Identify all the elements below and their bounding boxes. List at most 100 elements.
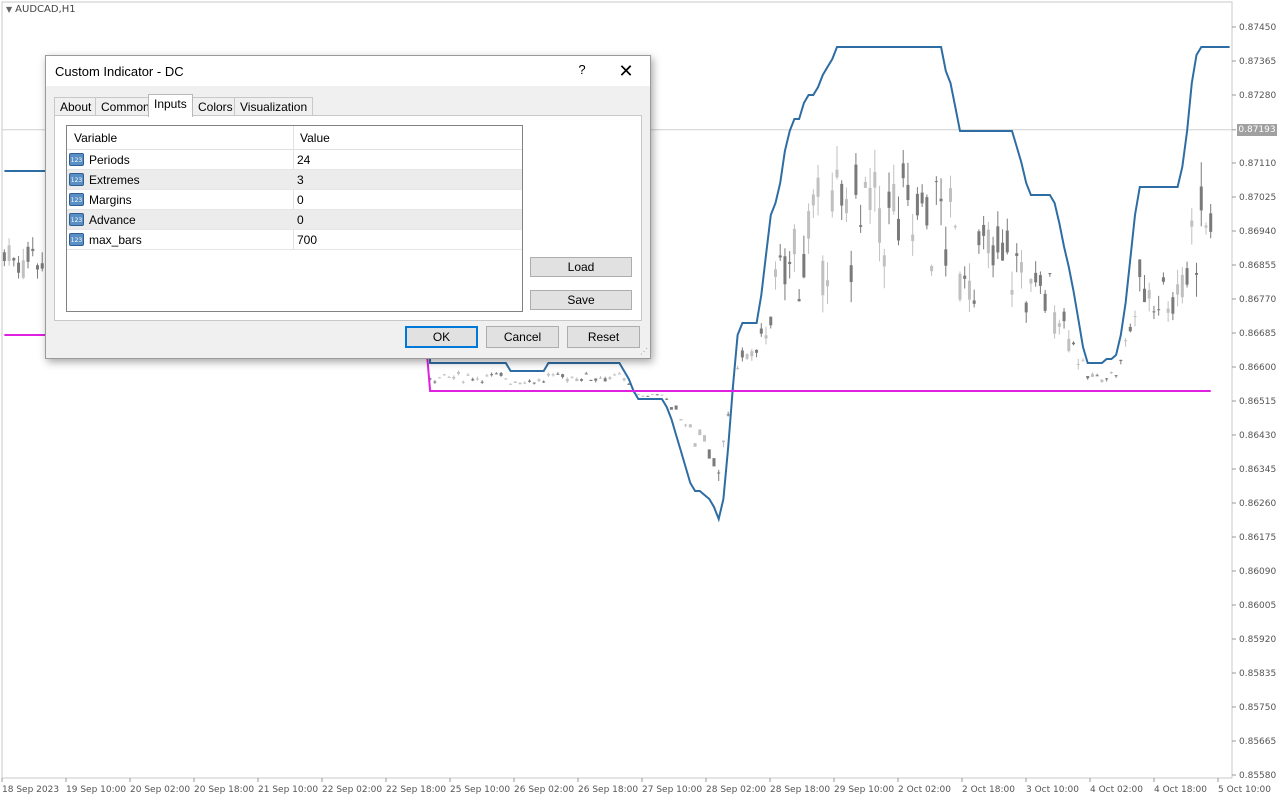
candle-body	[1072, 342, 1076, 345]
candle-body	[646, 395, 650, 397]
candle-body	[537, 379, 541, 381]
resize-grip-icon[interactable]: ⋰	[640, 348, 648, 356]
candle-body	[1086, 376, 1090, 379]
close-button[interactable]: ✕	[609, 56, 643, 86]
candle-body	[1067, 338, 1071, 352]
candle-body	[570, 376, 574, 378]
y-tick-label: 0.85665	[1239, 737, 1276, 747]
candle-body	[636, 394, 640, 396]
candle-body	[958, 273, 962, 300]
tab-visualization[interactable]: Visualization	[234, 97, 314, 116]
candle-body	[1048, 273, 1052, 275]
candle-body	[471, 379, 475, 381]
candle-body	[565, 378, 569, 382]
column-header-variable[interactable]: Variable	[74, 131, 117, 145]
candle-body	[494, 373, 498, 375]
candle-body	[1161, 277, 1165, 282]
tab-colors[interactable]: Colors	[192, 97, 239, 116]
x-tick-label: 29 Sep 10:00	[834, 785, 894, 795]
param-value[interactable]: 24	[297, 153, 310, 167]
candle-body	[764, 335, 768, 339]
candle-body	[868, 187, 872, 210]
candle-body	[915, 193, 919, 216]
dialog-titlebar[interactable]: Custom Indicator - DC ? ✕	[46, 56, 650, 86]
candle-body	[485, 375, 489, 377]
x-tick-label: 20 Sep 18:00	[194, 785, 254, 795]
candle-body	[1185, 268, 1189, 285]
candle-body	[736, 367, 740, 370]
candle-body	[509, 383, 513, 385]
save-button[interactable]: Save	[530, 290, 632, 310]
candle-body	[598, 377, 602, 379]
candle-body	[807, 211, 811, 239]
y-tick-label: 0.87450	[1239, 23, 1276, 33]
y-tick-label: 0.87110	[1239, 159, 1276, 169]
candle-body	[688, 424, 692, 428]
candle-body	[442, 374, 446, 376]
x-tick-label: 25 Sep 10:00	[450, 785, 510, 795]
y-tick-label: 0.86090	[1239, 567, 1276, 577]
param-value[interactable]: 700	[297, 233, 317, 247]
chart-menu-triangle-icon[interactable]: ▼	[6, 5, 12, 14]
load-button[interactable]: Load	[530, 257, 632, 277]
table-row[interactable]: 123 Periods 24	[67, 150, 522, 170]
tab-about[interactable]: About	[54, 97, 98, 116]
candle-body	[433, 381, 437, 383]
candle-body	[882, 255, 886, 267]
y-tick-label: 0.86005	[1239, 601, 1276, 611]
numeric-param-icon: 123	[69, 173, 84, 186]
column-header-value[interactable]: Value	[300, 131, 330, 145]
candle-body	[617, 373, 621, 375]
candle-body	[1029, 279, 1033, 284]
x-tick-label: 2 Oct 18:00	[962, 785, 1015, 795]
candle-body	[546, 373, 550, 376]
candle-body	[707, 449, 711, 459]
tab-common[interactable]: Common	[95, 97, 156, 116]
candle-body	[1166, 308, 1170, 313]
param-value[interactable]: 3	[297, 173, 304, 187]
candle-body	[1001, 242, 1005, 261]
candle-body	[613, 374, 617, 376]
candle-body	[461, 381, 465, 383]
x-tick-label: 18 Sep 2023	[2, 785, 59, 795]
x-tick-label: 3 Oct 10:00	[1026, 785, 1079, 795]
chart-symbol-title: ▼ AUDCAD,H1	[6, 4, 76, 15]
candle-body	[2, 252, 6, 262]
x-tick-label: 2 Oct 02:00	[898, 785, 951, 795]
candle-body	[721, 440, 725, 443]
candle-body	[1043, 293, 1047, 311]
candle-body	[40, 263, 44, 269]
candle-body	[972, 300, 976, 304]
candle-body	[802, 254, 806, 278]
candle-body	[797, 299, 801, 302]
candle-body	[480, 381, 484, 383]
table-row[interactable]: 123 Extremes 3	[67, 170, 522, 190]
table-row[interactable]: 123 Margins 0	[67, 190, 522, 210]
help-button[interactable]: ?	[572, 62, 592, 80]
candle-body	[1142, 288, 1146, 303]
y-tick-label: 0.86175	[1239, 533, 1276, 543]
candle-body	[660, 394, 664, 396]
candle-body	[1171, 297, 1175, 314]
x-tick-label: 20 Sep 02:00	[130, 785, 190, 795]
candle-body	[452, 376, 456, 379]
candle-body	[1005, 230, 1009, 253]
param-name: Extremes	[89, 173, 140, 187]
candle-body	[1034, 272, 1038, 283]
reset-button[interactable]: Reset	[567, 326, 640, 348]
table-row[interactable]: 123 max_bars 700	[67, 230, 522, 250]
candle-body	[783, 256, 787, 285]
table-row[interactable]: 123 Advance 0	[67, 210, 522, 230]
param-value[interactable]: 0	[297, 213, 304, 227]
candle-body	[830, 190, 834, 212]
ok-button[interactable]: OK	[405, 326, 478, 348]
candle-body	[551, 374, 555, 376]
param-value[interactable]: 0	[297, 193, 304, 207]
y-tick-label: 0.87025	[1239, 193, 1276, 203]
candle-body	[1133, 315, 1137, 317]
cancel-button[interactable]: Cancel	[486, 326, 559, 348]
candle-body	[608, 377, 612, 379]
y-tick-label: 0.85580	[1239, 771, 1276, 781]
tab-inputs[interactable]: Inputs	[148, 94, 193, 117]
candle-body	[844, 199, 848, 214]
